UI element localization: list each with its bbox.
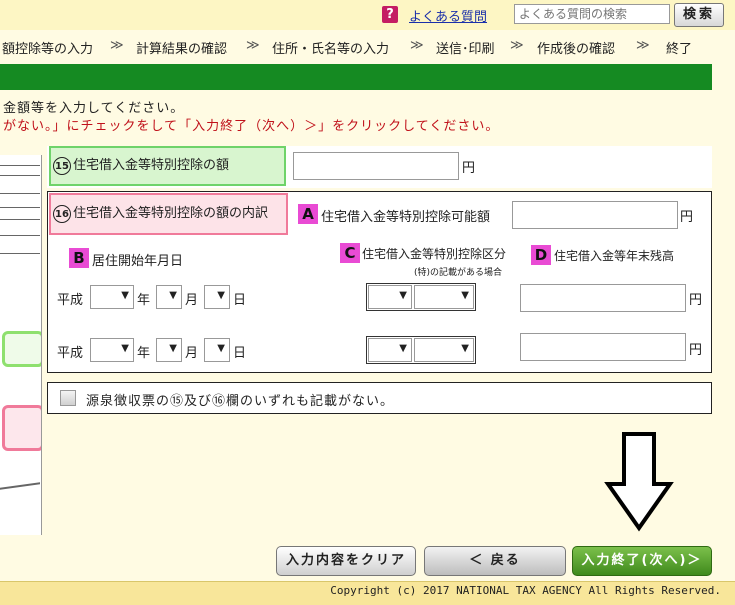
deduction-type-sub-select[interactable]: ▼ bbox=[414, 285, 474, 309]
month-select[interactable]: ▼ bbox=[156, 285, 182, 309]
balance-input[interactable] bbox=[520, 333, 686, 361]
field-15-input[interactable] bbox=[293, 152, 459, 180]
label-c: 住宅借入金等特別控除区分 bbox=[362, 247, 507, 261]
step-finish: 終了 bbox=[666, 42, 693, 57]
yen-unit: 円 bbox=[462, 161, 476, 176]
instruction-warning: がない。」にチェックをして「入力終了（次へ）＞」をクリックしてください。 bbox=[3, 119, 500, 134]
year-unit: 年 bbox=[137, 346, 151, 361]
deduction-type-select[interactable]: ▼ bbox=[368, 285, 412, 309]
field-16-label-text: 住宅借入金等特別控除の額の内訳 bbox=[73, 206, 269, 221]
era-label: 平成 bbox=[57, 293, 84, 308]
month-unit: 月 bbox=[185, 293, 199, 308]
step-separator: ≫ bbox=[110, 38, 124, 53]
instruction-text: 金額等を入力してください。 bbox=[3, 101, 185, 116]
letter-d-badge: D bbox=[531, 245, 551, 265]
dropdown-icon: ▼ bbox=[217, 290, 225, 301]
year-select[interactable]: ▼ bbox=[90, 338, 134, 362]
label-b: 居住開始年月日 bbox=[92, 254, 184, 269]
yen-unit: 円 bbox=[689, 293, 703, 308]
circled-number: 16 bbox=[53, 204, 71, 223]
back-button[interactable]: ＜ 戻る bbox=[424, 546, 566, 576]
step-address-input: 住所・氏名等の入力 bbox=[272, 42, 390, 57]
field-16-label: 16 住宅借入金等特別控除の額の内訳 bbox=[49, 193, 288, 235]
day-unit: 日 bbox=[233, 346, 247, 361]
year-unit: 年 bbox=[137, 293, 151, 308]
field-a-input[interactable] bbox=[512, 201, 678, 229]
year-select[interactable]: ▼ bbox=[90, 285, 134, 309]
copyright-text: Copyright (c) 2017 NATIONAL TAX AGENCY A… bbox=[330, 584, 721, 597]
month-select[interactable]: ▼ bbox=[156, 338, 182, 362]
label-d: 住宅借入金等年末残高 bbox=[554, 249, 675, 263]
step-separator: ≫ bbox=[636, 38, 650, 53]
dropdown-icon: ▼ bbox=[169, 290, 177, 301]
step-deduction-input: 額控除等の入力 bbox=[2, 42, 94, 57]
no-entry-label: 源泉徴収票の⑮及び⑯欄のいずれも記載がない。 bbox=[86, 394, 395, 409]
deduction-type-select-pair: ▼ ▼ bbox=[366, 336, 476, 364]
step-calc-result: 計算結果の確認 bbox=[136, 42, 228, 57]
dropdown-icon: ▼ bbox=[217, 343, 225, 354]
withholding-slip-thumbnail bbox=[0, 155, 42, 535]
no-entry-checkbox[interactable] bbox=[60, 390, 76, 406]
era-label: 平成 bbox=[57, 346, 84, 361]
dropdown-icon: ▼ bbox=[121, 343, 129, 354]
deduction-type-select-pair: ▼ ▼ bbox=[366, 283, 476, 311]
dropdown-icon: ▼ bbox=[121, 290, 129, 301]
letter-b-badge: B bbox=[69, 248, 89, 268]
circled-number: 15 bbox=[53, 156, 71, 175]
deduction-type-select[interactable]: ▼ bbox=[368, 338, 412, 362]
month-unit: 月 bbox=[185, 346, 199, 361]
section-header-bar bbox=[0, 64, 712, 90]
yen-unit: 円 bbox=[689, 343, 703, 358]
help-icon[interactable]: ? bbox=[382, 6, 398, 23]
letter-a-badge: A bbox=[298, 204, 318, 224]
clear-input-button[interactable]: 入力内容をクリア bbox=[276, 546, 416, 576]
dropdown-icon: ▼ bbox=[169, 343, 177, 354]
field-15-label: 15 住宅借入金等特別控除の額 bbox=[49, 146, 286, 186]
day-unit: 日 bbox=[233, 293, 247, 308]
field-15-label-text: 住宅借入金等特別控除の額 bbox=[73, 158, 230, 173]
letter-c-badge: C bbox=[340, 243, 360, 263]
label-c-note: (特)の記載がある場合 bbox=[414, 268, 503, 278]
balance-input[interactable] bbox=[520, 284, 686, 312]
down-arrow-icon bbox=[604, 432, 674, 532]
yen-unit: 円 bbox=[680, 210, 694, 225]
dropdown-icon: ▼ bbox=[399, 343, 407, 354]
faq-search-input[interactable] bbox=[514, 4, 670, 24]
finish-next-button[interactable]: 入力終了(次へ)＞ bbox=[572, 546, 712, 576]
deduction-type-sub-select[interactable]: ▼ bbox=[414, 338, 474, 362]
step-after-confirm: 作成後の確認 bbox=[537, 42, 616, 57]
faq-search-button[interactable]: 検索 bbox=[674, 3, 724, 27]
day-select[interactable]: ▼ bbox=[204, 285, 230, 309]
step-send-print: 送信･印刷 bbox=[436, 42, 495, 57]
step-separator: ≫ bbox=[246, 38, 260, 53]
dropdown-icon: ▼ bbox=[399, 290, 407, 301]
day-select[interactable]: ▼ bbox=[204, 338, 230, 362]
step-separator: ≫ bbox=[510, 38, 524, 53]
faq-link[interactable]: よくある質問 bbox=[409, 6, 487, 25]
label-a: 住宅借入金等特別控除可能額 bbox=[321, 210, 491, 225]
dropdown-icon: ▼ bbox=[461, 290, 469, 301]
step-separator: ≫ bbox=[410, 38, 424, 53]
dropdown-icon: ▼ bbox=[461, 343, 469, 354]
